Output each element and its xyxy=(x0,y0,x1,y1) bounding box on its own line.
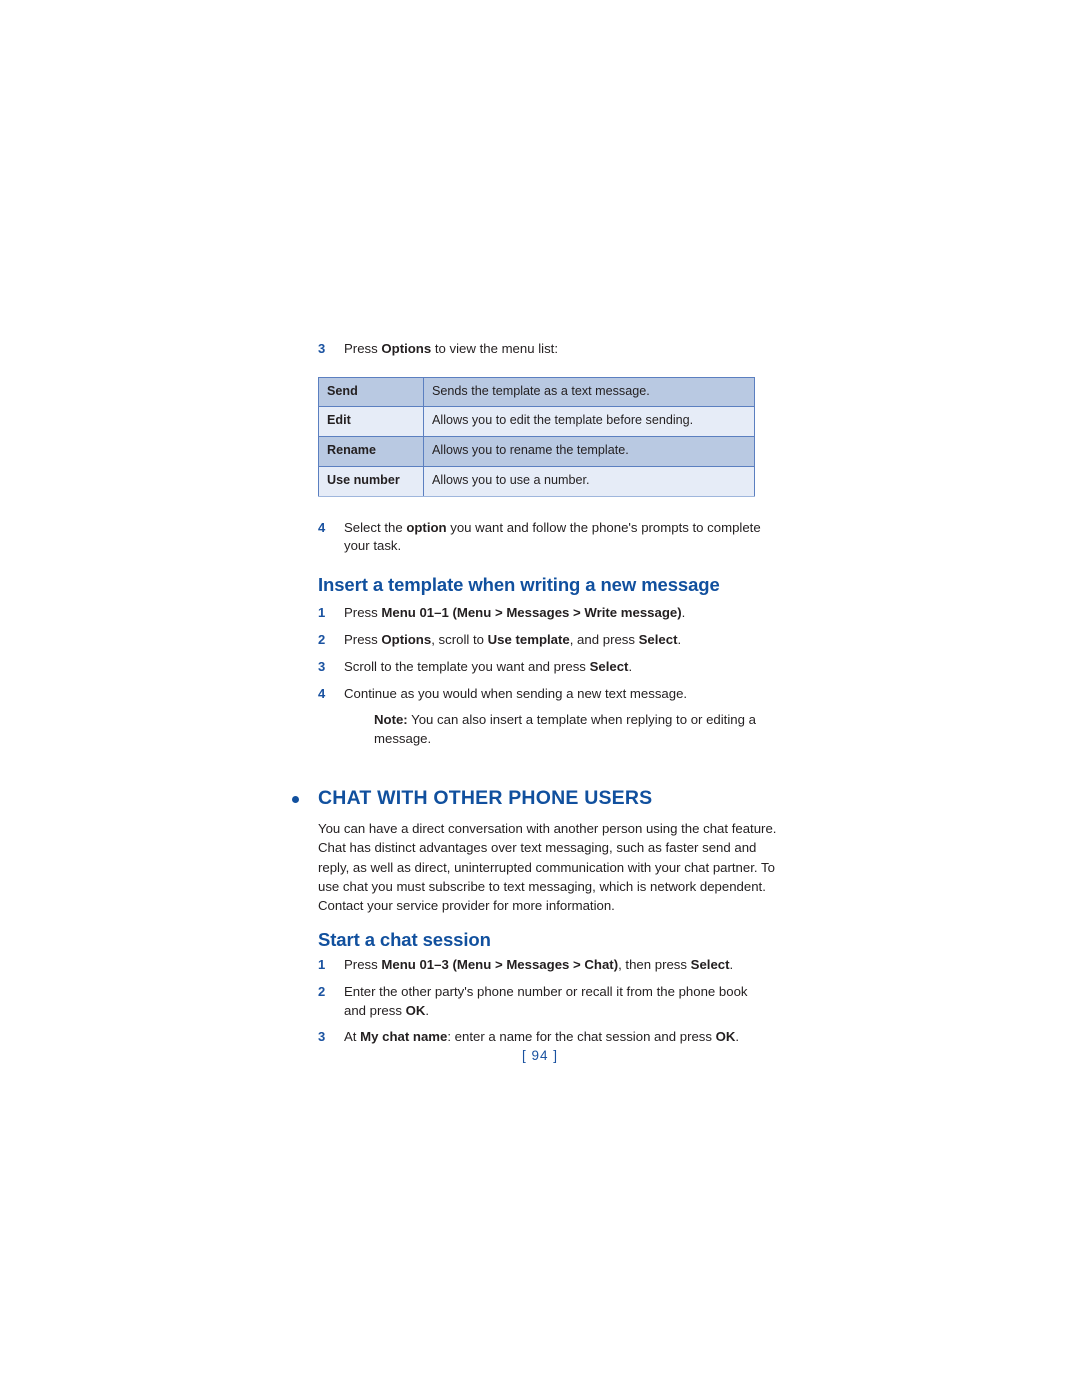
step-insert-template-text: Continue as you would when sending a new… xyxy=(344,685,688,701)
heading-start-a-chat-session: Start a chat session xyxy=(318,928,491,950)
document-page: 3 Press Options to view the menu list: Se… xyxy=(0,0,1080,1397)
table-cell-option-name: Rename xyxy=(318,436,424,467)
steps-before-table: 3 Press Options to view the menu list: xyxy=(318,340,773,359)
step-insert-template-item: 3 Scroll to the template you want and pre… xyxy=(318,658,773,677)
step-start-chat-text: Enter the other party's phone number or … xyxy=(344,983,748,1018)
table-cell-option-description: Allows you to use a number. xyxy=(423,465,755,497)
table-cell-option-name: Edit xyxy=(318,406,424,438)
step-before-table-item: 3 Press Options to view the menu list: xyxy=(318,340,773,359)
table-row: Use number Allows you to use a number. xyxy=(318,465,755,497)
note-text: You can also insert a template when repl… xyxy=(374,712,756,747)
step-start-chat-item: 3 At My chat name: enter a name for the c… xyxy=(318,1028,773,1047)
steps-after-table: 4 Select the option you want and follow t… xyxy=(318,519,773,556)
table-cell-option-description: Allows you to edit the template before s… xyxy=(423,406,755,438)
chat-intro-paragraph: You can have a direct conversation with … xyxy=(318,821,777,913)
step-after-table-number: 4 xyxy=(318,519,326,535)
note-block: Note: You can also insert a template whe… xyxy=(374,711,774,748)
step-insert-template-number: 4 xyxy=(318,685,326,701)
heading-chat-label: CHAT WITH OTHER PHONE USERS xyxy=(318,786,653,809)
step-start-chat-text: At My chat name: enter a name for the ch… xyxy=(344,1029,740,1045)
table-cell-option-name: Send xyxy=(318,376,424,408)
step-before-table-text: Press Options to view the menu list: xyxy=(344,341,559,356)
step-start-chat-item: 2 Enter the other party's phone number or… xyxy=(318,983,773,1020)
steps-start-chat: 1 Press Menu 01–3 (Menu > Messages > Chat… xyxy=(318,956,773,1047)
step-after-table-item: 4 Select the option you want and follow t… xyxy=(318,519,773,556)
table-cell-option-name: Use number xyxy=(318,465,424,497)
step-start-chat-number: 1 xyxy=(318,957,326,973)
options-table: Send Sends the template as a text message… xyxy=(318,376,755,497)
steps-insert-template: 1 Press Menu 01–1 (Menu > Messages > Writ… xyxy=(318,604,773,703)
step-insert-template-item: 2 Press Options, scroll to Use template, … xyxy=(318,631,773,650)
step-insert-template-text: Scroll to the template you want and pres… xyxy=(344,658,633,674)
page-content: 3 Press Options to view the menu list: Se… xyxy=(292,340,776,1055)
step-insert-template-number: 1 xyxy=(318,605,326,621)
step-start-chat-text: Press Menu 01–3 (Menu > Messages > Chat)… xyxy=(344,957,734,973)
note-label: Note: xyxy=(374,712,408,728)
step-start-chat-item: 1 Press Menu 01–3 (Menu > Messages > Chat… xyxy=(318,956,773,975)
heading-chat-with-other-phone-users: CHAT WITH OTHER PHONE USERS xyxy=(292,786,773,809)
heading-insert-template: Insert a template when writing a new mes… xyxy=(318,574,720,596)
step-start-chat-number: 3 xyxy=(318,1029,326,1045)
filled-circle-bullet-icon xyxy=(292,795,299,803)
step-insert-template-text: Press Menu 01–1 (Menu > Messages > Write… xyxy=(344,605,686,621)
step-insert-template-number: 2 xyxy=(318,632,326,648)
step-start-chat-number: 2 xyxy=(318,983,326,999)
step-insert-template-item: 1 Press Menu 01–1 (Menu > Messages > Writ… xyxy=(318,604,773,623)
table-cell-option-description: Allows you to rename the template. xyxy=(423,436,755,467)
step-insert-template-item: 4 Continue as you would when sending a ne… xyxy=(318,685,773,704)
page-number: [ 94 ] xyxy=(521,1048,559,1063)
table-row: Rename Allows you to rename the template. xyxy=(318,436,755,467)
step-after-table-text: Select the option you want and follow th… xyxy=(344,519,761,554)
table-row: Edit Allows you to edit the template befo… xyxy=(318,406,755,438)
step-insert-template-text: Press Options, scroll to Use template, a… xyxy=(344,632,682,648)
table-row: Send Sends the template as a text message… xyxy=(318,376,755,408)
step-insert-template-number: 3 xyxy=(318,658,326,674)
table-cell-option-description: Sends the template as a text message. xyxy=(423,376,755,408)
step-before-table-number: 3 xyxy=(318,341,326,356)
